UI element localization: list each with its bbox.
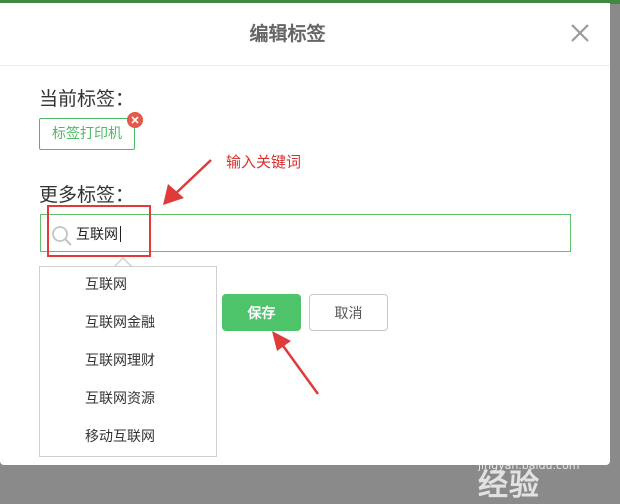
suggestion-item[interactable]: 互联网资源	[40, 382, 216, 416]
suggestion-item[interactable]: 互联网金融	[40, 306, 216, 340]
annotation-highlight-box	[47, 205, 151, 257]
suggestion-item[interactable]: 移动互联网	[40, 420, 216, 454]
dialog-title: 编辑标签	[249, 23, 326, 45]
suggestion-item[interactable]: 互联网理财	[40, 344, 216, 378]
tag-remove-icon[interactable]	[127, 112, 143, 128]
close-icon[interactable]	[569, 22, 591, 44]
annotation-label: 输入关键词	[226, 153, 302, 171]
cancel-button[interactable]: 取消	[309, 294, 388, 331]
more-tags-label: 更多标签：	[39, 184, 135, 206]
current-tag: 标签打印机	[39, 118, 135, 150]
dialog-header: 编辑标签	[0, 3, 610, 66]
suggestion-item[interactable]: 互联网	[40, 268, 216, 302]
save-button[interactable]: 保存	[222, 294, 301, 331]
current-tags-label: 当前标签：	[39, 88, 135, 110]
watermark-url: jingyan.baidu.com	[478, 459, 580, 472]
